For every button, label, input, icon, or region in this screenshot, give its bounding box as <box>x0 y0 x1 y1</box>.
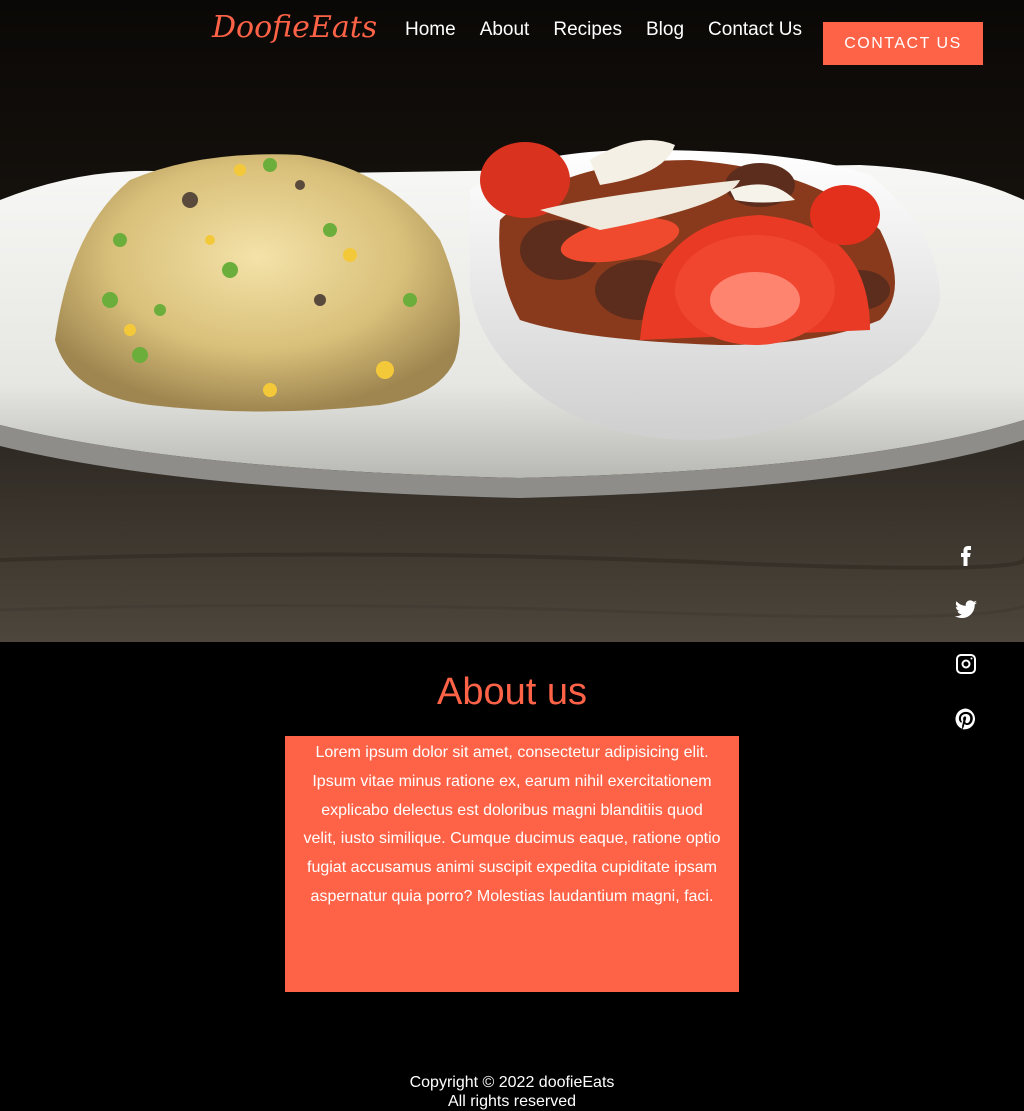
footer-rights: All rights reserved <box>447 1093 577 1110</box>
facebook-icon[interactable] <box>952 542 980 570</box>
nav-item-recipes[interactable]: Recipes <box>553 19 622 41</box>
hero-image <box>0 140 1024 642</box>
footer-copyright: Copyright © 2022 doofieEats <box>409 1074 615 1091</box>
about-heading: About us <box>437 671 587 713</box>
nav-item-home[interactable]: Home <box>405 19 456 41</box>
nav-item-about[interactable]: About <box>480 19 530 41</box>
page: DoofieEats Home About Recipes Blog Conta… <box>0 0 1024 1111</box>
about-body: Lorem ipsum dolor sit amet, consectetur … <box>303 744 721 905</box>
social-links <box>952 540 982 762</box>
about-text-box: Lorem ipsum dolor sit amet, consectetur … <box>285 736 739 992</box>
footer: Copyright © 2022 doofieEats All rights r… <box>0 1073 1024 1111</box>
nav-item-contact[interactable]: Contact Us <box>708 19 802 41</box>
hero-section: DoofieEats Home About Recipes Blog Conta… <box>0 0 1024 642</box>
nav-item-blog[interactable]: Blog <box>646 19 684 41</box>
main-nav: Home About Recipes Blog Contact Us <box>405 19 826 41</box>
twitter-icon[interactable] <box>952 597 980 625</box>
contact-us-button[interactable]: CONTACT US <box>823 22 983 65</box>
brand-logo[interactable]: DoofieEats <box>212 10 377 45</box>
